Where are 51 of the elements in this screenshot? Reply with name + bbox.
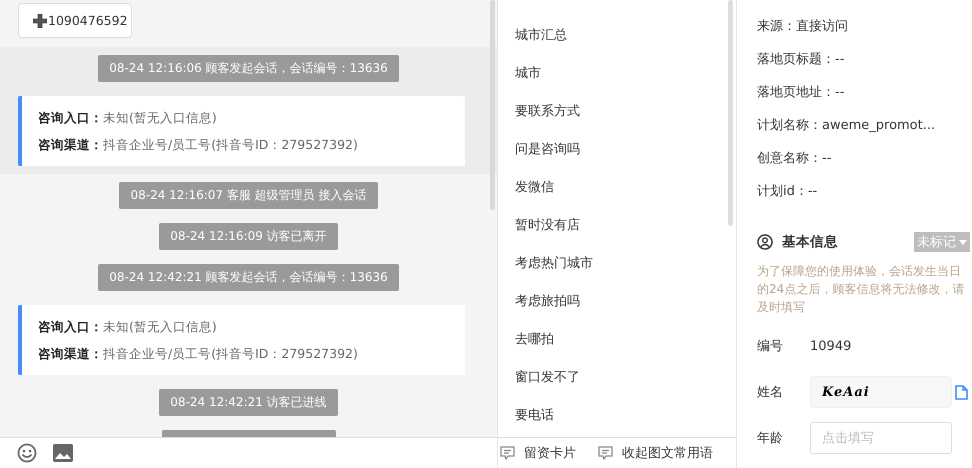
quick-action-link[interactable]: 收起图文常用语 <box>598 444 713 462</box>
info-label: 咨询渠道： <box>38 346 103 361</box>
quick-reply-item[interactable]: 问是咨询吗 <box>515 142 580 157</box>
field-value: 10949 <box>810 338 852 354</box>
source-info-text: 来源：直接访问 <box>757 19 848 34</box>
copy-icon[interactable] <box>955 384 968 400</box>
quick-reply-item[interactable]: 城市 <box>515 66 541 81</box>
quick-reply-item[interactable]: 城市汇总 <box>515 28 567 43</box>
source-info-text: 计划名称：aweme_promot... <box>757 118 936 133</box>
info-value: 未知(暂无入口信息) <box>103 319 217 334</box>
section-title: 基本信息 <box>782 233 838 251</box>
emoji-icon[interactable] <box>17 443 37 463</box>
source-info-text: 计划id：-- <box>757 184 818 199</box>
system-message: 08-24 12:16:06 顾客发起会话，会话编号：13636 <box>98 55 399 82</box>
info-label: 咨询入口： <box>38 110 103 125</box>
add-tag-button[interactable]: 1090476592 <box>18 3 132 38</box>
info-value: 未知(暂无入口信息) <box>103 110 217 125</box>
quick-reply-item[interactable]: 窗口发不了 <box>515 370 580 385</box>
info-value: 抖音企业号/员工号(抖音号ID：279527392) <box>103 137 358 152</box>
quick-reply-item[interactable]: 考虑旅拍吗 <box>515 294 580 309</box>
system-message: 08-24 12:16:09 访客已离开 <box>159 223 338 250</box>
quick-reply-item[interactable]: 暂时没有店 <box>515 218 580 233</box>
quick-reply-item[interactable]: 要联系方式 <box>515 104 580 119</box>
quick-reply-item[interactable]: 发微信 <box>515 180 554 195</box>
quick-reply-item[interactable]: 去哪拍 <box>515 332 554 347</box>
quick-reply-item[interactable]: 要电话 <box>515 408 554 423</box>
source-info-text: 落地页地址：-- <box>757 85 844 100</box>
scrollbar-thumb[interactable] <box>728 0 733 226</box>
source-info-text: 创意名称：-- <box>757 151 832 166</box>
user-icon <box>757 234 773 250</box>
message-icon <box>500 446 515 460</box>
input-field[interactable]: 点击填写 <box>810 422 952 454</box>
field-label: 编号 <box>757 338 784 355</box>
info-label: 咨询渠道： <box>38 137 103 152</box>
quick-action-link[interactable]: 留资卡片 <box>500 444 576 462</box>
info-label: 咨询入口： <box>38 319 103 334</box>
system-message: 08-24 12:42:21 访客已进线 <box>159 389 338 416</box>
system-message: 08-24 12:16:07 客服 超级管理员 接入会话 <box>119 182 378 209</box>
image-icon[interactable] <box>53 444 73 462</box>
info-value: 抖音企业号/员工号(抖音号ID：279527392) <box>103 346 358 361</box>
name-field[interactable]: KeAai <box>810 376 952 408</box>
field-label: 姓名 <box>757 384 784 401</box>
caret-icon <box>959 240 967 244</box>
scrollbar-thumb[interactable] <box>490 0 495 210</box>
notice-text: 为了保障您的使用体验，会话发生当日的24点之后，顾客信息将无法修改，请及时填写 <box>757 263 966 316</box>
system-message: 08-24 12:42:21 顾客发起会话，会话编号：13636 <box>98 264 399 291</box>
field-label: 年龄 <box>757 430 784 447</box>
quick-reply-item[interactable]: 考虑热门城市 <box>515 256 593 271</box>
source-info-text: 落地页标题：-- <box>757 52 844 67</box>
message-icon <box>598 446 613 460</box>
plus-icon <box>33 14 47 28</box>
